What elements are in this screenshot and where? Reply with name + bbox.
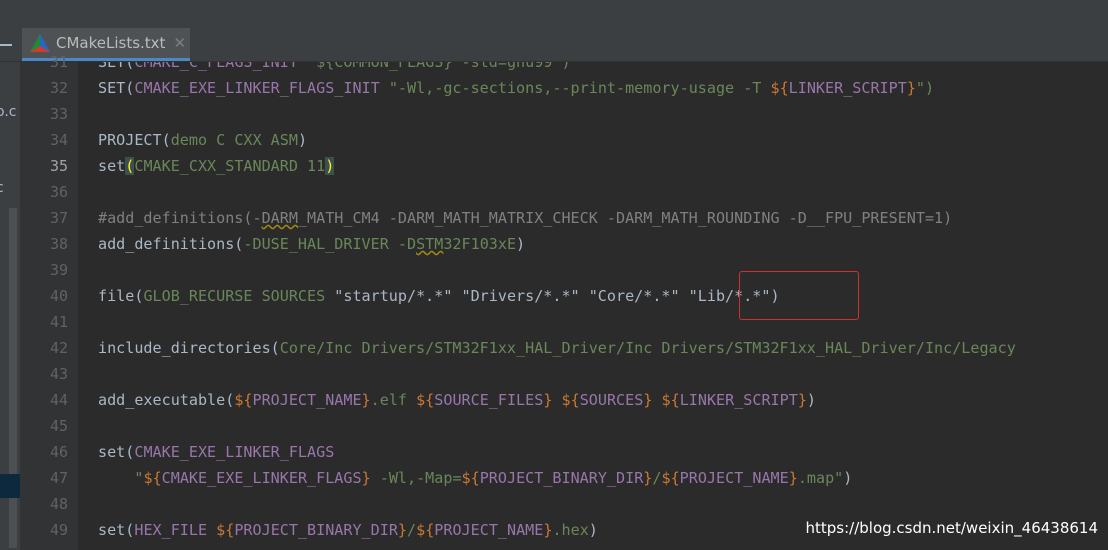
line-number-gutter: 31 32 33 34 35 36 37 38 39 40 41 42 43 4… [20, 53, 79, 550]
line-number: 32 [49, 79, 68, 97]
code-comment: #add_definitions(-DARM_MATH_CM4 -DARM_MA… [98, 209, 953, 227]
line-number: 33 [49, 105, 68, 123]
line-number: 49 [49, 521, 68, 539]
code-line: SET(CMAKE_EXE_LINKER_FLAGS_INIT "-Wl,-gc… [98, 79, 935, 97]
line-number: 45 [49, 417, 68, 435]
line-number: 38 [49, 235, 68, 253]
code-editor[interactable]: SET(CMAKE_C_FLAGS_INIT "${COMMON_FLAGS} … [78, 62, 1108, 550]
code-line: PROJECT(demo C CXX ASM) [98, 131, 308, 149]
tab-label: CMakeLists.txt [56, 34, 166, 52]
code-line: file(GLOB_RECURSE SOURCES "startup/*.*" … [98, 287, 780, 305]
line-number: 37 [49, 209, 68, 227]
code-line: set(HEX_FILE ${PROJECT_BINARY_DIR}/${PRO… [98, 521, 598, 539]
line-number: 46 [49, 443, 68, 461]
minimize-icon[interactable] [0, 44, 12, 46]
code-line: add_executable(${PROJECT_NAME}.elf ${SOU… [98, 391, 817, 409]
file-fragment[interactable]: o.c [0, 104, 16, 120]
code-line: "${CMAKE_EXE_LINKER_FLAGS} -Wl,-Map=${PR… [134, 469, 853, 487]
code-line: SET(CMAKE_C_FLAGS_INIT "${COMMON_FLAGS} … [98, 62, 571, 71]
code-line: set(CMAKE_CXX_STANDARD 11) [98, 157, 335, 175]
line-number: 42 [49, 339, 68, 357]
line-number: 40 [49, 287, 68, 305]
code-line: set(CMAKE_EXE_LINKER_FLAGS [98, 443, 335, 461]
line-number: 31 [49, 53, 68, 71]
line-number: 43 [49, 365, 68, 383]
line-number: 44 [49, 391, 68, 409]
file-fragment[interactable]: c [0, 180, 4, 196]
line-number: 39 [49, 261, 68, 279]
code-line: add_definitions(-DUSE_HAL_DRIVER -DSTM32… [98, 235, 526, 253]
project-panel: o.c c [0, 62, 20, 550]
line-number: 36 [49, 183, 68, 201]
window-top-bar [0, 0, 1108, 29]
annotation-highlight-box [739, 271, 859, 320]
close-icon[interactable]: ✕ [173, 34, 186, 52]
watermark: https://blog.csdn.net/weixin_46438614 [805, 519, 1098, 537]
line-number-current: 35 [49, 157, 68, 175]
line-number: 34 [49, 131, 68, 149]
selected-item [0, 474, 20, 498]
line-number: 48 [49, 495, 68, 513]
code-line: include_directories(Core/Inc Drivers/STM… [98, 339, 1016, 357]
line-number: 47 [49, 469, 68, 487]
line-number: 41 [49, 313, 68, 331]
